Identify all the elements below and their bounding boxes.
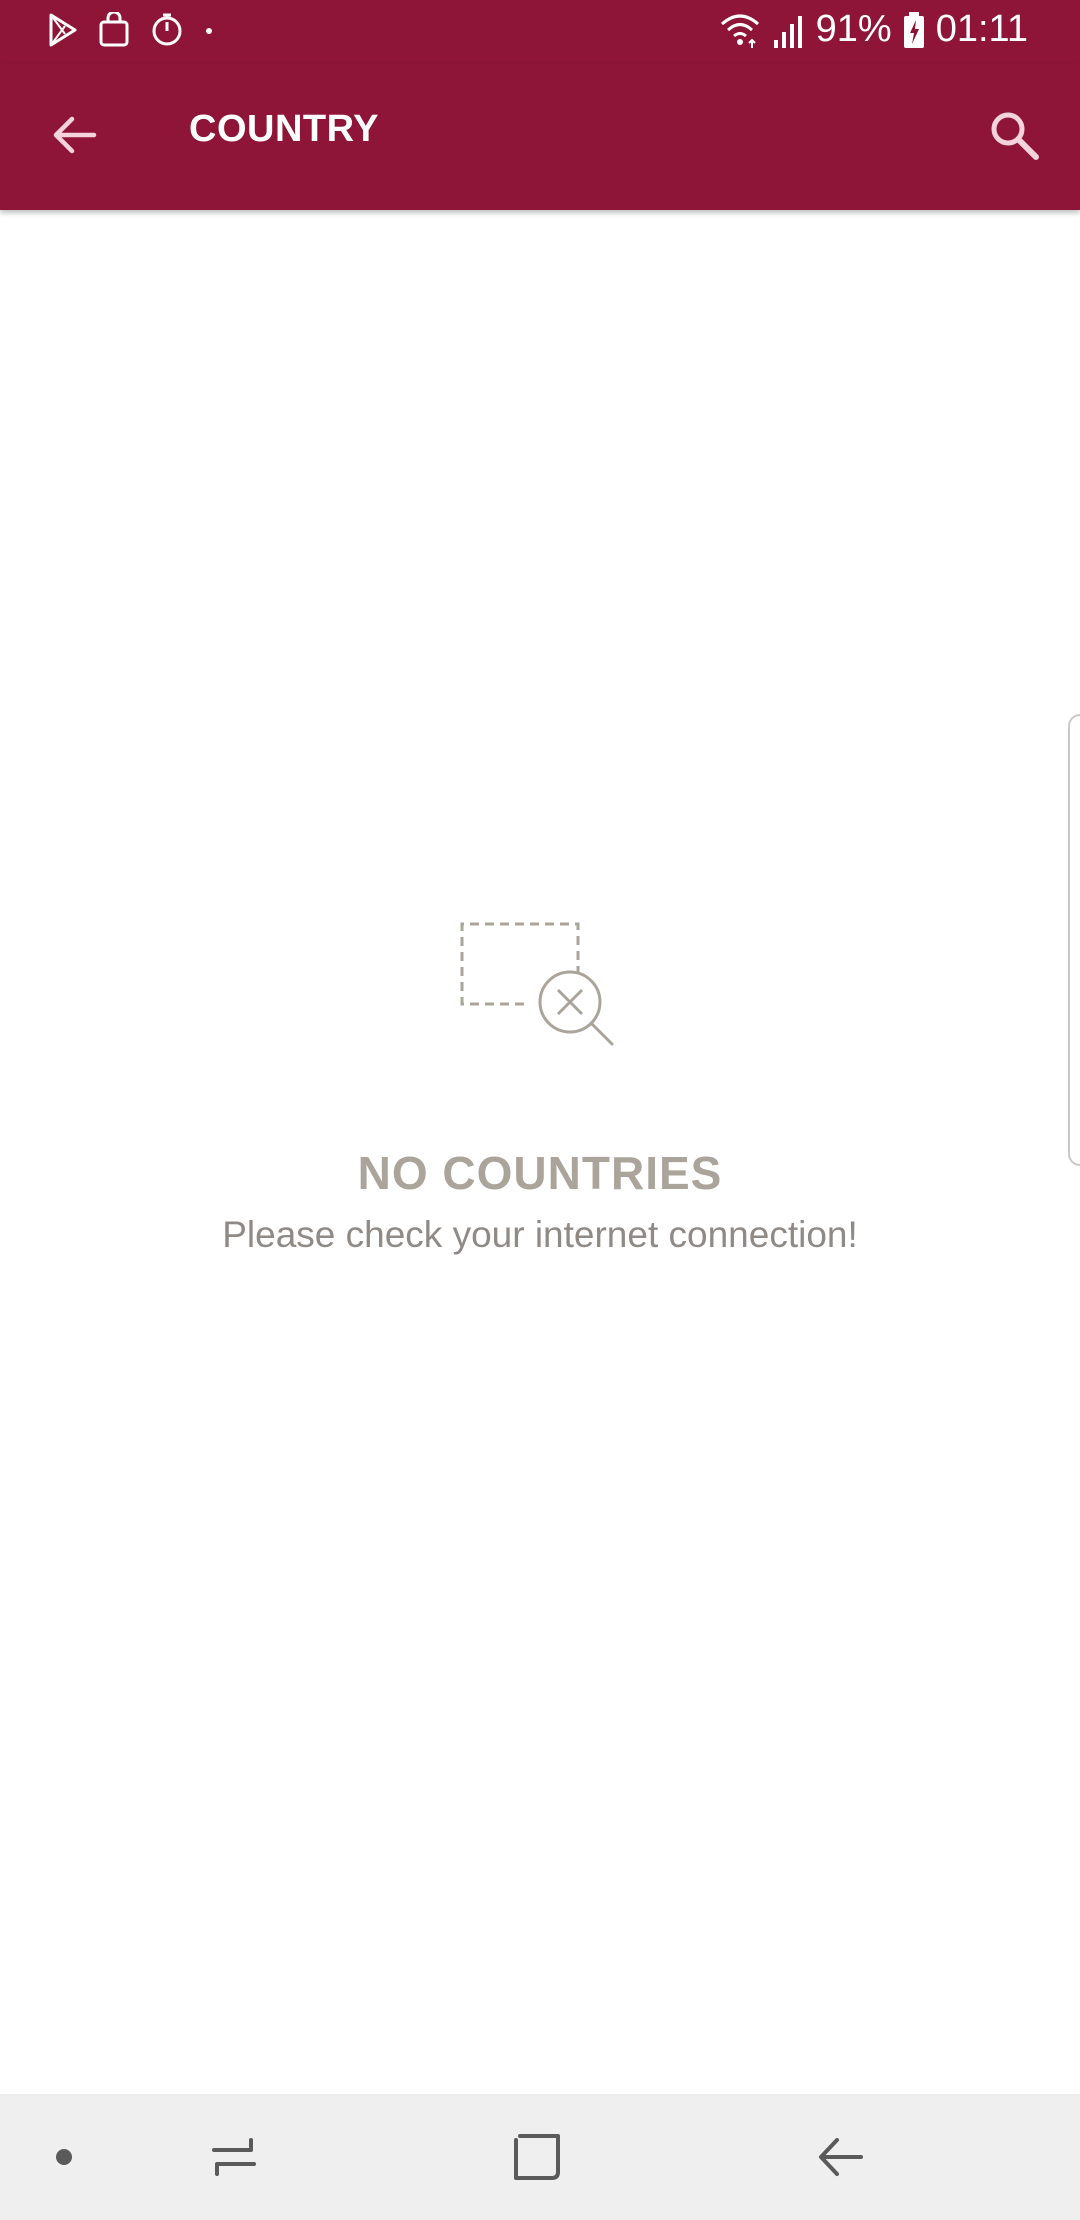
clock: 01:11 — [935, 8, 1028, 50]
wifi-icon — [718, 10, 762, 50]
timer-icon — [150, 12, 184, 48]
shopping-bag-icon — [98, 12, 130, 48]
edge-panel-handle[interactable] — [1068, 714, 1080, 1166]
navigation-bar — [0, 2094, 1080, 2220]
search-icon — [988, 109, 1040, 166]
recent-apps-button[interactable] — [202, 2127, 266, 2191]
no-results-icon — [0, 900, 1080, 1060]
home-icon — [512, 2132, 562, 2187]
empty-message: Please check your internet connection! — [222, 1214, 858, 1255]
nav-dot-icon — [54, 2147, 74, 2172]
page-title: COUNTRY — [189, 108, 379, 150]
nav-back-button[interactable] — [808, 2127, 872, 2191]
battery-percent: 91% — [815, 8, 892, 50]
battery-charging-icon — [902, 10, 926, 50]
search-button[interactable] — [974, 97, 1054, 177]
back-icon — [815, 2132, 865, 2187]
home-button[interactable] — [505, 2127, 569, 2191]
back-button[interactable] — [38, 101, 110, 173]
app-bar: COUNTRY — [0, 64, 1080, 210]
status-left-icons — [48, 12, 214, 48]
nav-dot-button[interactable] — [32, 2127, 96, 2191]
play-store-icon — [48, 12, 78, 48]
arrow-left-icon — [50, 115, 98, 160]
status-right-icons: 91% 01:11 — [718, 8, 1028, 51]
dot-icon — [204, 12, 214, 48]
signal-icon — [772, 10, 806, 50]
empty-state: NO COUNTRIES Please check your internet … — [0, 900, 1080, 1256]
empty-title: NO COUNTRIES — [357, 1147, 723, 1199]
status-bar: 91% 01:11 — [0, 0, 1080, 64]
recent-apps-icon — [209, 2132, 259, 2187]
